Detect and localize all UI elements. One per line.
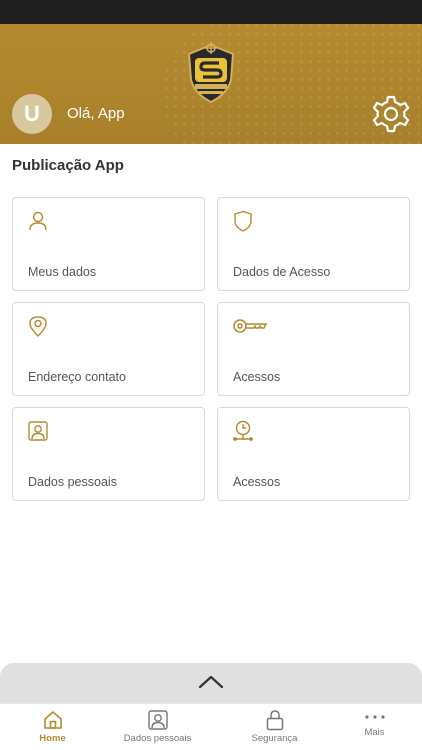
tab-label: Segurança	[251, 733, 298, 744]
location-pin-icon	[29, 316, 47, 337]
gear-icon[interactable]	[371, 94, 411, 134]
tab-label: Home	[39, 733, 66, 744]
id-badge-icon	[147, 710, 168, 730]
greeting-text: Olá, App	[67, 105, 125, 122]
card-label: Meus dados	[28, 265, 97, 279]
tab-label: Dados pessoais	[123, 733, 192, 744]
user-icon	[29, 211, 47, 231]
card-dados-de-acesso[interactable]: Dados de Acesso	[217, 197, 410, 291]
tab-mais[interactable]: Mais	[322, 704, 422, 750]
avatar[interactable]: U	[12, 94, 52, 134]
bottom-tab-bar: Home Dados pessoais Segurança Mais	[0, 703, 422, 750]
tab-dados-pessoais[interactable]: Dados pessoais	[105, 704, 210, 750]
card-label: Dados pessoais	[28, 475, 117, 489]
brand-logo	[187, 42, 235, 104]
card-label: Acessos	[233, 475, 281, 489]
lock-icon	[266, 710, 283, 731]
card-label: Endereço contato	[28, 370, 126, 384]
clock-timeline-icon	[233, 420, 253, 441]
shield-icon	[234, 210, 252, 232]
page-title: Publicação App	[12, 157, 124, 174]
app-header: U Olá, App	[0, 24, 422, 144]
card-acessos-clock[interactable]: Acessos	[217, 407, 410, 501]
tab-label: Mais	[364, 727, 385, 738]
id-badge-icon	[28, 421, 48, 441]
card-endereco-contato[interactable]: Endereço contato	[12, 302, 205, 396]
card-acessos-key[interactable]: Acessos	[217, 302, 410, 396]
key-icon	[233, 319, 268, 333]
status-bar	[0, 0, 422, 24]
tab-home[interactable]: Home	[0, 704, 105, 750]
chevron-up-icon[interactable]	[197, 673, 225, 691]
card-label: Dados de Acesso	[233, 265, 331, 279]
card-label: Acessos	[233, 370, 281, 384]
card-meus-dados[interactable]: Meus dados	[12, 197, 205, 291]
bottom-drawer-handle[interactable]	[0, 663, 422, 703]
card-dados-pessoais[interactable]: Dados pessoais	[12, 407, 205, 501]
home-icon	[43, 711, 62, 729]
tab-seguranca[interactable]: Segurança	[222, 704, 327, 750]
